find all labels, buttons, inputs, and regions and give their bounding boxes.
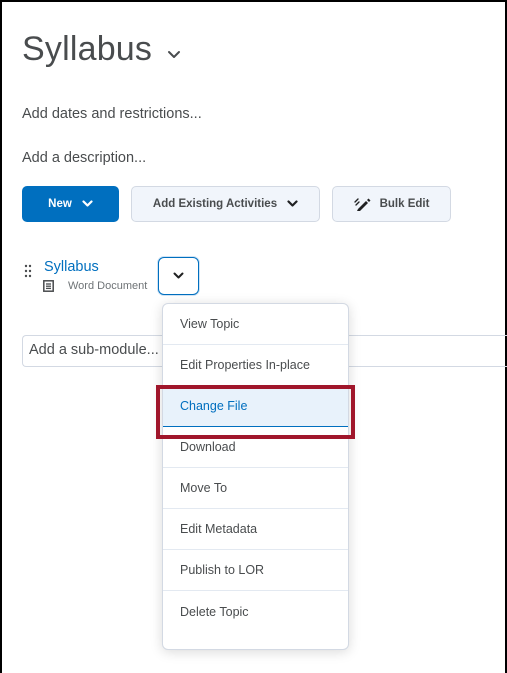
new-button-label: New: [48, 198, 72, 210]
add-description-link[interactable]: Add a description...: [22, 150, 146, 166]
add-dates-link[interactable]: Add dates and restrictions...: [22, 106, 202, 122]
module-header: Syllabus: [22, 30, 182, 69]
page-title: Syllabus: [22, 30, 153, 68]
document-icon: [43, 280, 54, 292]
menu-item-publish-to-lor[interactable]: Publish to LOR: [163, 550, 348, 591]
topic-type-label: Word Document: [68, 280, 148, 292]
menu-item-view-topic[interactable]: View Topic: [163, 304, 348, 345]
topic-context-menu: View Topic Edit Properties In-place Chan…: [162, 303, 349, 650]
menu-item-delete-topic[interactable]: Delete Topic: [163, 591, 348, 632]
menu-item-change-file[interactable]: Change File: [163, 386, 348, 427]
add-existing-activities-label: Add Existing Activities: [152, 198, 278, 210]
add-existing-activities-button[interactable]: Add Existing Activities: [131, 186, 320, 222]
chevron-down-icon: [82, 200, 93, 207]
menu-item-download[interactable]: Download: [163, 427, 348, 468]
menu-item-edit-properties[interactable]: Edit Properties In-place: [163, 345, 348, 386]
topic-context-menu-button[interactable]: [158, 257, 199, 295]
chevron-down-icon: [287, 200, 298, 207]
new-button[interactable]: New: [22, 186, 119, 222]
menu-item-edit-metadata[interactable]: Edit Metadata: [163, 509, 348, 550]
menu-item-move-to[interactable]: Move To: [163, 468, 348, 509]
bulk-edit-label: Bulk Edit: [379, 198, 430, 210]
topic-title-link[interactable]: Syllabus: [44, 259, 99, 275]
pencil-icon: [353, 198, 371, 211]
chevron-down-icon[interactable]: [166, 47, 182, 63]
bulk-edit-button[interactable]: Bulk Edit: [332, 186, 451, 222]
chevron-down-icon: [173, 272, 184, 279]
drag-handle-icon[interactable]: [24, 264, 32, 278]
